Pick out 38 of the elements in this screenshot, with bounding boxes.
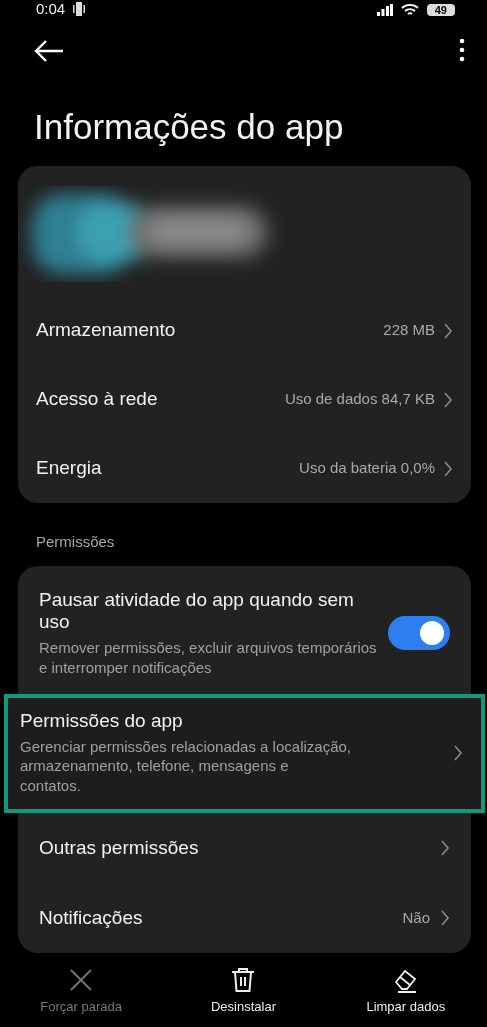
page-title: Informações do app <box>34 106 345 148</box>
chevron-icon <box>443 391 453 408</box>
row-label: Energia <box>36 456 103 481</box>
row-value: 228 MB <box>383 320 435 341</box>
vibrate-icon <box>73 2 86 16</box>
more-options-button[interactable] <box>459 37 465 63</box>
action-button[interactable]: Limpar dados <box>324 960 487 1027</box>
chevron-icon <box>443 322 453 339</box>
row-value: Uso de dados 84,7 KB <box>284 389 435 410</box>
signal-icon <box>376 4 393 16</box>
settings-row[interactable]: Notificações Não <box>18 883 471 954</box>
toggle-switch[interactable] <box>388 615 450 650</box>
row-label: Armazenamento <box>36 318 177 343</box>
wifi-icon <box>400 4 419 16</box>
back-button[interactable] <box>34 38 64 62</box>
row-label: Permissões do app <box>20 710 184 733</box>
info-row[interactable]: Armazenamento 228 MB <box>18 296 471 365</box>
row-value: Não <box>402 908 430 929</box>
section-title: Permissões <box>36 532 116 552</box>
clock: 0:04 <box>36 1 66 16</box>
info-row[interactable]: Energia Uso da bateria 0,0% <box>18 434 471 503</box>
settings-row[interactable]: Permissões do app Gerenciar permissões relacionadas a localização, armazenamento, telefone, mensagens e contatos. <box>4 694 485 814</box>
row-label: Notificações <box>39 907 144 930</box>
settings-row[interactable]: Outras permissões <box>18 813 471 884</box>
row-label: Pausar atividade do app quando sem uso <box>39 588 355 635</box>
chevron-icon <box>443 460 453 477</box>
row-description: Remover permissões, excluir arquivos temporários e interromper notificações <box>39 638 378 678</box>
chevron-icon <box>440 840 450 857</box>
chevron-icon <box>453 744 463 761</box>
info-row[interactable]: Acesso à rede Uso de dados 84,7 KB <box>18 365 471 434</box>
row-label: Acesso à rede <box>36 387 159 412</box>
row-value: Uso da bateria 0,0% <box>299 458 435 479</box>
battery-indicator: 49 <box>426 4 455 16</box>
action-button[interactable]: Desinstalar <box>162 960 325 1027</box>
row-description: Gerenciar permissões relacionadas a localização, armazenamento, telefone, mensagens e contatos. <box>20 736 352 796</box>
row-label: Outras permissões <box>39 837 200 860</box>
settings-row[interactable]: Pausar atividade do app quando sem uso Remover permissões, excluir arquivos temporários e interromper notificações <box>18 571 471 695</box>
chevron-icon <box>440 910 450 927</box>
